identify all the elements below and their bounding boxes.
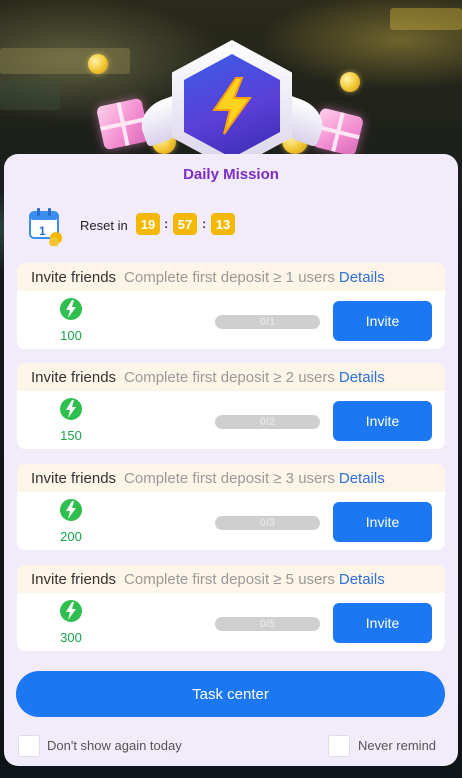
lightning-coin-icon <box>60 499 82 521</box>
progress-text: 0/1 <box>259 316 276 328</box>
mission-card: Invite friends Complete first deposit ≥ … <box>17 263 445 349</box>
reward-amount: 300 <box>60 630 82 645</box>
never-remind-label: Never remind <box>358 738 437 753</box>
mission-requirement: Complete first deposit ≥ 2 users <box>124 368 335 386</box>
mission-title: Invite friends <box>31 268 117 286</box>
never-remind-checkbox[interactable] <box>328 735 350 757</box>
lightning-coin-icon <box>60 398 82 420</box>
hero-artwork <box>0 0 462 170</box>
mission-header: Invite friends Complete first deposit ≥ … <box>17 263 445 291</box>
dont-show-today-checkbox[interactable] <box>18 735 40 757</box>
timer-separator: : <box>164 216 169 231</box>
invite-button[interactable]: Invite <box>333 301 432 341</box>
mission-requirement: Complete first deposit ≥ 1 users <box>124 268 335 286</box>
mission-card: Invite friends Complete first deposit ≥ … <box>17 464 445 550</box>
panel-title: Daily Mission <box>183 166 279 183</box>
progress-bar: 0/1 <box>215 315 320 329</box>
timer-minutes: 57 <box>173 213 197 235</box>
task-center-button[interactable]: Task center <box>16 671 445 717</box>
mission-title: Invite friends <box>31 469 117 487</box>
mission-requirement: Complete first deposit ≥ 5 users <box>124 570 335 588</box>
reward-amount: 100 <box>60 328 82 343</box>
mission-reward: 100 <box>53 297 89 343</box>
timer-hours: 19 <box>136 213 160 235</box>
timer-seconds: 13 <box>211 213 235 235</box>
dont-show-today-label: Don't show again today <box>47 738 182 753</box>
mission-card: Invite friends Complete first deposit ≥ … <box>17 565 445 651</box>
invite-button[interactable]: Invite <box>333 401 432 441</box>
details-link[interactable]: Details <box>339 269 385 286</box>
invite-button[interactable]: Invite <box>333 603 432 643</box>
reward-amount: 150 <box>60 428 82 443</box>
mission-title: Invite friends <box>31 368 117 386</box>
mission-reward: 200 <box>53 498 89 544</box>
progress-bar: 0/2 <box>215 415 320 429</box>
timer-separator: : <box>202 216 207 231</box>
mission-header: Invite friends Complete first deposit ≥ … <box>17 464 445 492</box>
mission-reward: 150 <box>53 397 89 443</box>
coin-icon <box>88 54 108 74</box>
progress-text: 0/5 <box>259 618 276 630</box>
reset-label: Reset in <box>80 218 128 233</box>
mission-requirement: Complete first deposit ≥ 3 users <box>124 469 335 487</box>
mission-card: Invite friends Complete first deposit ≥ … <box>17 363 445 449</box>
details-link[interactable]: Details <box>339 470 385 487</box>
progress-bar: 0/5 <box>215 617 320 631</box>
progress-text: 0/3 <box>259 517 276 529</box>
lightning-coin-icon <box>60 600 82 622</box>
mission-header: Invite friends Complete first deposit ≥ … <box>17 565 445 593</box>
coin-icon <box>340 72 360 92</box>
lightning-coin-icon <box>60 298 82 320</box>
progress-bar: 0/3 <box>215 516 320 530</box>
mission-header: Invite friends Complete first deposit ≥ … <box>17 363 445 391</box>
details-link[interactable]: Details <box>339 571 385 588</box>
mission-title: Invite friends <box>31 570 117 588</box>
progress-text: 0/2 <box>259 416 276 428</box>
reward-amount: 200 <box>60 529 82 544</box>
calendar-coins-icon: 1 <box>28 206 64 247</box>
mission-reward: 300 <box>53 599 89 645</box>
invite-button[interactable]: Invite <box>333 502 432 542</box>
details-link[interactable]: Details <box>339 369 385 386</box>
svg-text:1: 1 <box>39 224 46 238</box>
